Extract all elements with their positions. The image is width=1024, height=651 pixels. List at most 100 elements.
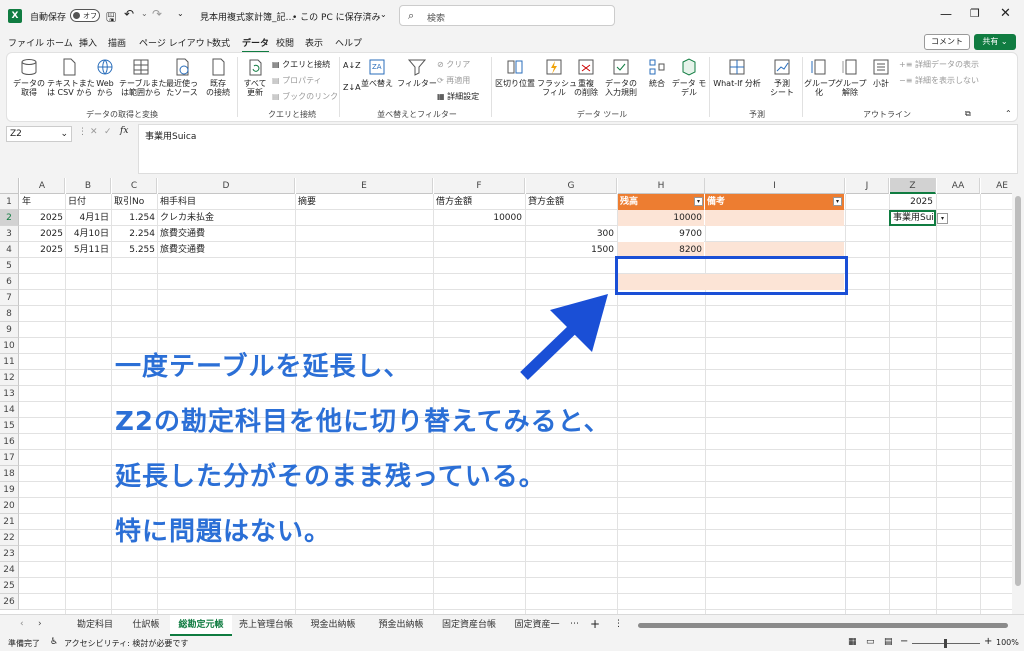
- get-data-button[interactable]: データの 取得: [11, 57, 47, 97]
- row-header[interactable]: 2: [0, 210, 19, 226]
- subtotal-button[interactable]: 小計: [867, 57, 895, 88]
- outline-launcher-icon[interactable]: ⧉: [965, 109, 971, 119]
- restore-icon[interactable]: ❐: [970, 7, 980, 20]
- column-header[interactable]: A: [20, 178, 65, 194]
- sheet-tab[interactable]: 総勘定元帳: [170, 615, 232, 636]
- from-web-button[interactable]: Web から: [91, 57, 119, 97]
- status-dropdown-icon[interactable]: ⌄: [380, 10, 387, 19]
- clear-filter-button[interactable]: ⊘ クリア: [437, 59, 470, 70]
- cell-balance[interactable]: 10000: [618, 210, 704, 226]
- column-header[interactable]: F: [434, 178, 525, 194]
- advanced-filter-button[interactable]: ▦ 詳細設定: [437, 91, 479, 102]
- column-header[interactable]: B: [66, 178, 111, 194]
- column-header[interactable]: E: [296, 178, 433, 194]
- row-header[interactable]: 7: [0, 290, 19, 306]
- data-validation-button[interactable]: データの 入力規則: [601, 57, 641, 97]
- reapply-button[interactable]: ⟳ 再適用: [437, 75, 470, 86]
- flash-fill-button[interactable]: フラッシュ フィル: [537, 57, 577, 97]
- sheet-tab[interactable]: 固定資産一: [506, 615, 568, 636]
- row-header[interactable]: 18: [0, 466, 19, 482]
- next-sheet-icon[interactable]: ›: [38, 619, 42, 629]
- tab-home[interactable]: ホーム: [46, 36, 73, 49]
- row-header[interactable]: 20: [0, 498, 19, 514]
- row-header[interactable]: 26: [0, 594, 19, 610]
- sort-za-icon[interactable]: Z↓A: [343, 83, 361, 92]
- column-header[interactable]: G: [526, 178, 617, 194]
- enter-icon[interactable]: ✓: [104, 127, 112, 137]
- sheet-tab[interactable]: 勘定科目: [70, 615, 120, 636]
- name-box[interactable]: Z2 ⌄: [6, 126, 72, 142]
- zoom-out-icon[interactable]: −: [900, 636, 908, 647]
- cell-no[interactable]: 1.254: [112, 210, 157, 226]
- text-to-columns-button[interactable]: 区切り位置: [493, 57, 537, 88]
- table-header-balance[interactable]: 残高: [618, 194, 704, 210]
- cell-date[interactable]: 4月1日: [66, 210, 111, 226]
- zoom-slider-thumb[interactable]: [944, 639, 947, 648]
- row-header[interactable]: 19: [0, 482, 19, 498]
- header-cell-debit[interactable]: 借方金額: [434, 194, 524, 210]
- save-icon[interactable]: 🖫: [106, 8, 116, 29]
- formula-options-icon[interactable]: ⋮: [78, 127, 87, 137]
- undo-icon[interactable]: ↶: [124, 7, 134, 21]
- column-header[interactable]: Z: [890, 178, 936, 194]
- collapse-ribbon-icon[interactable]: ⌃: [1005, 109, 1012, 118]
- row-header[interactable]: 3: [0, 226, 19, 242]
- from-text-button[interactable]: テキストまた は CSV から: [47, 57, 95, 97]
- sort-az-icon[interactable]: A↓Z: [343, 61, 361, 70]
- data-model-button[interactable]: データ モ デル: [671, 57, 707, 97]
- header-cell-date[interactable]: 日付: [66, 194, 111, 210]
- sheet-tab[interactable]: 売上管理台帳: [234, 615, 298, 636]
- header-cell-account[interactable]: 相手科目: [158, 194, 294, 210]
- row-header[interactable]: 25: [0, 578, 19, 594]
- what-if-button[interactable]: What-If 分析: [711, 57, 763, 88]
- edit-links-button[interactable]: ▤ ブックのリンク: [272, 91, 338, 102]
- cell-debit[interactable]: [434, 242, 524, 258]
- header-cell-year[interactable]: 年: [20, 194, 65, 210]
- row-header[interactable]: 23: [0, 546, 19, 562]
- cell-account[interactable]: 旅費交通費: [158, 226, 294, 242]
- tab-page-layout[interactable]: ページ レイアウト: [139, 36, 214, 49]
- row-header[interactable]: 6: [0, 274, 19, 290]
- normal-view-icon[interactable]: ▦: [848, 637, 857, 647]
- page-layout-view-icon[interactable]: ▭: [866, 637, 875, 647]
- cell-debit[interactable]: [434, 226, 524, 242]
- queries-connections-button[interactable]: ▤ クエリと接続: [272, 59, 330, 70]
- sheet-tab[interactable]: 現金出納帳: [302, 615, 364, 636]
- row-header[interactable]: 14: [0, 402, 19, 418]
- table-header-notes[interactable]: 備考: [705, 194, 844, 210]
- filter-dropdown-icon[interactable]: ▾: [694, 197, 703, 206]
- header-cell-memo[interactable]: 摘要: [296, 194, 432, 210]
- sort-button[interactable]: ZA 並べ替え: [359, 57, 395, 88]
- row-header[interactable]: 1: [0, 194, 19, 210]
- row-header[interactable]: 8: [0, 306, 19, 322]
- tab-draw[interactable]: 描画: [108, 36, 126, 49]
- cell-z2-selected[interactable]: 事業用Sui: [889, 210, 936, 226]
- sheet-tab[interactable]: 預金出納帳: [370, 615, 432, 636]
- horizontal-scrollbar[interactable]: [628, 621, 1018, 630]
- cell-z1[interactable]: 2025: [890, 194, 935, 210]
- row-header[interactable]: 17: [0, 450, 19, 466]
- save-status[interactable]: • この PC に保存済み: [292, 10, 381, 23]
- autosave-toggle[interactable]: オフ: [70, 9, 100, 22]
- filter-button[interactable]: フィルター: [397, 57, 437, 88]
- horizontal-scroll-thumb[interactable]: [638, 623, 1008, 628]
- header-cell-no[interactable]: 取引No: [112, 194, 157, 210]
- row-header[interactable]: 9: [0, 322, 19, 338]
- cell-no[interactable]: 5.255: [112, 242, 157, 258]
- cell-credit[interactable]: 300: [526, 226, 616, 242]
- show-detail-button[interactable]: +≡ 詳細データの表示: [899, 59, 979, 70]
- row-header[interactable]: 11: [0, 354, 19, 370]
- row-header[interactable]: 24: [0, 562, 19, 578]
- cell-balance[interactable]: 9700: [618, 226, 704, 242]
- column-header[interactable]: D: [158, 178, 295, 194]
- search-box[interactable]: ⌕ 検索: [399, 5, 615, 26]
- from-table-button[interactable]: テーブルまた は範囲から: [119, 57, 167, 97]
- existing-connections-button[interactable]: 既存 の接続: [201, 57, 235, 97]
- tab-help[interactable]: ヘルプ: [335, 36, 362, 49]
- row-header[interactable]: 21: [0, 514, 19, 530]
- recent-sources-button[interactable]: 最近使っ たソース: [163, 57, 201, 97]
- row-header[interactable]: 22: [0, 530, 19, 546]
- refresh-all-button[interactable]: すべて 更新: [240, 57, 270, 97]
- row-header[interactable]: 15: [0, 418, 19, 434]
- row-header[interactable]: 16: [0, 434, 19, 450]
